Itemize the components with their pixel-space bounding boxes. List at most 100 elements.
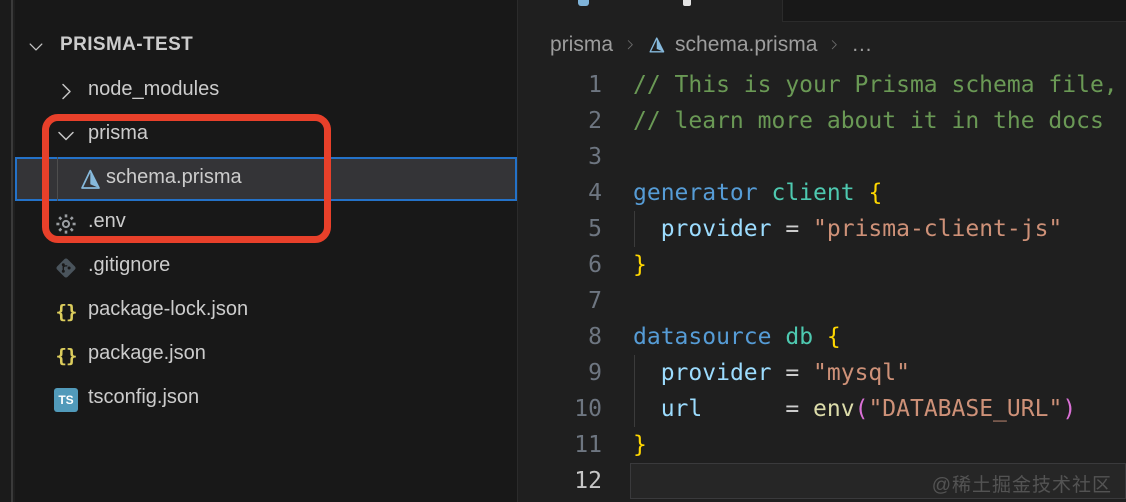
watermark-text: @稀土掘金技术社区	[932, 470, 1112, 497]
code-line-7[interactable]: 7	[518, 283, 1126, 319]
line-content: }	[633, 247, 1126, 283]
prisma-icon	[77, 167, 103, 193]
token-brace: }	[633, 252, 647, 278]
token-op: =	[702, 396, 813, 422]
code-line-8[interactable]: 8 datasource db {	[518, 319, 1126, 355]
token-op: =	[771, 360, 813, 386]
line-number: 1	[518, 67, 602, 103]
line-number: 12	[518, 463, 602, 499]
token-op: =	[771, 216, 813, 242]
line-number: 7	[518, 283, 602, 319]
sidebar-item-package-lock-json[interactable]: {} package-lock.json	[15, 289, 517, 333]
sidebar-item-gitignore[interactable]: .gitignore	[15, 245, 517, 289]
code-line-3[interactable]: 3	[518, 139, 1126, 175]
sidebar-item-prisma[interactable]: prisma	[15, 113, 517, 157]
tree-indent-guide	[57, 157, 58, 201]
breadcrumb-label: schema.prisma	[675, 33, 817, 57]
code-line-9[interactable]: 9 provider = "mysql"	[518, 355, 1126, 391]
token-plain	[771, 324, 785, 350]
code-editor[interactable]: 1 // This is your Prisma schema file,2// …	[518, 67, 1126, 502]
token-plain	[855, 180, 869, 206]
chevron-right-icon	[623, 38, 637, 52]
token-plain	[758, 180, 772, 206]
line-number: 10	[518, 391, 602, 427]
activity-bar-edge	[0, 0, 13, 502]
line-number: 5	[518, 211, 602, 247]
token-plain	[813, 324, 827, 350]
line-content: // This is your Prisma schema file,	[633, 67, 1126, 103]
code-line-5[interactable]: 5 provider = "prisma-client-js"	[518, 211, 1126, 247]
file-label: package.json	[88, 342, 206, 365]
file-label: .env	[88, 210, 126, 233]
token-plain	[633, 216, 661, 242]
token-func: env	[813, 396, 855, 422]
token-paren: )	[1062, 396, 1076, 422]
sidebar-item-node-modules[interactable]: node_modules	[15, 69, 517, 113]
git-icon	[53, 255, 79, 281]
token-type: db	[785, 324, 813, 350]
token-brace: {	[827, 324, 841, 350]
tab-prisma-icon	[578, 0, 589, 6]
chevron-right-icon	[53, 79, 79, 105]
token-type: client	[771, 180, 854, 206]
breadcrumb-segment[interactable]: …	[851, 33, 872, 57]
token-string: "prisma-client-js"	[813, 216, 1062, 242]
line-content: provider = "mysql"	[633, 355, 1126, 391]
tab-schema-prisma[interactable]	[518, 0, 782, 23]
code-line-1[interactable]: 1 // This is your Prisma schema file,	[518, 67, 1126, 103]
line-content: datasource db {	[633, 319, 1126, 355]
token-paren: (	[855, 396, 869, 422]
explorer-section-header[interactable]: PRISMA-TEST	[15, 24, 517, 68]
breadcrumb: prisma schema.prisma …	[518, 23, 1126, 67]
tab-strip-empty	[782, 0, 1126, 22]
code-line-2[interactable]: 2// learn more about it in the docs	[518, 103, 1126, 139]
chevron-down-icon	[53, 123, 79, 149]
code-line-10[interactable]: 10 url = env("DATABASE_URL")	[518, 391, 1126, 427]
line-content: }	[633, 427, 1126, 463]
line-number: 3	[518, 139, 602, 175]
braces-icon: {}	[53, 343, 79, 369]
line-content: generator client {	[633, 175, 1126, 211]
line-number: 8	[518, 319, 602, 355]
prisma-icon	[647, 36, 666, 55]
file-label: prisma	[88, 122, 148, 145]
token-keyword: generator	[633, 180, 758, 206]
line-content: provider = "prisma-client-js"	[633, 211, 1126, 247]
file-label: node_modules	[88, 78, 219, 101]
tab-modified-dot-icon	[683, 0, 691, 6]
token-plain	[633, 396, 661, 422]
line-number: 9	[518, 355, 602, 391]
breadcrumb-segment[interactable]: prisma	[550, 33, 613, 57]
token-prop: url	[661, 396, 703, 422]
breadcrumb-label: …	[851, 33, 872, 57]
breadcrumb-segment[interactable]: schema.prisma	[647, 33, 817, 57]
line-content: // learn more about it in the docs	[633, 103, 1126, 139]
file-label: schema.prisma	[106, 166, 242, 189]
editor-pane: prisma schema.prisma … 1 // This is your Pr…	[518, 0, 1126, 502]
explorer-sidebar: PRISMA-TEST node_modulesprisma schema.pri…	[15, 0, 518, 502]
code-line-6[interactable]: 6}	[518, 247, 1126, 283]
ts-icon: TS	[53, 387, 79, 413]
sidebar-item-package-json[interactable]: {} package.json	[15, 333, 517, 377]
code-line-4[interactable]: 4 generator client {	[518, 175, 1126, 211]
token-brace: }	[633, 432, 647, 458]
token-prop: provider	[661, 360, 772, 386]
token-brace: {	[868, 180, 882, 206]
sidebar-item-env[interactable]: .env	[15, 201, 517, 245]
breadcrumb-label: prisma	[550, 33, 613, 57]
token-comment: // learn more about it in the docs	[633, 108, 1104, 134]
editor-tab-bar	[518, 0, 1126, 23]
line-number: 6	[518, 247, 602, 283]
sidebar-item-tsconfig-json[interactable]: TStsconfig.json	[15, 377, 517, 421]
token-keyword: datasource	[633, 324, 771, 350]
vscode-window: PRISMA-TEST node_modulesprismaschema.pri…	[0, 0, 1126, 502]
code-line-11[interactable]: 11}	[518, 427, 1126, 463]
braces-icon: {}	[53, 299, 79, 325]
workspace-title: PRISMA-TEST	[60, 34, 193, 56]
line-number: 4	[518, 175, 602, 211]
sidebar-item-schema-prisma[interactable]: schema.prisma	[15, 157, 517, 201]
gear-icon	[53, 211, 79, 237]
line-number: 11	[518, 427, 602, 463]
token-plain	[633, 360, 661, 386]
file-label: package-lock.json	[88, 298, 248, 321]
